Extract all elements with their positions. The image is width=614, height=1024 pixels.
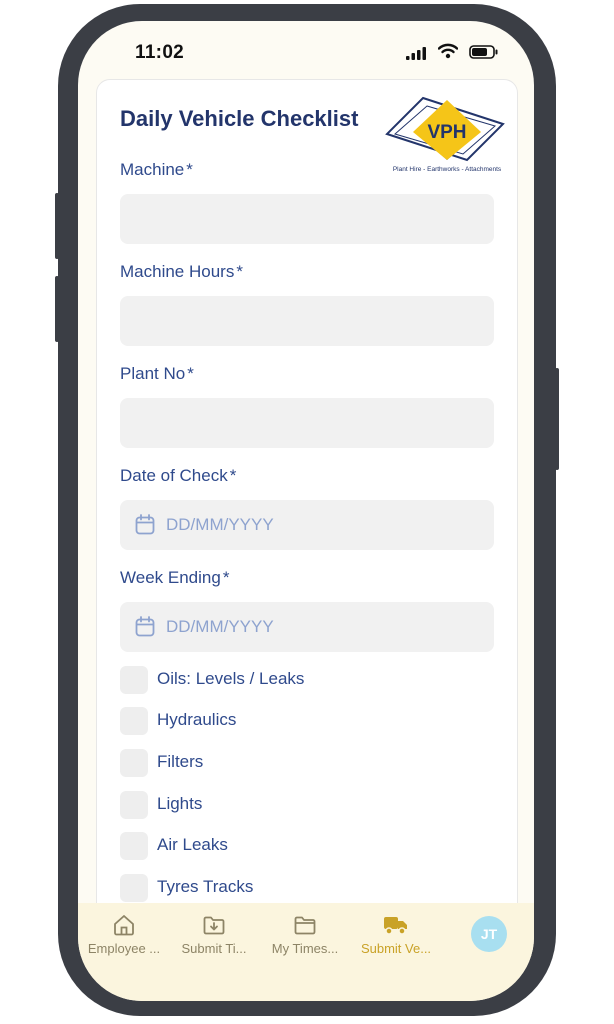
nav-submit-timesheet[interactable]: Submit Ti... [170, 913, 258, 956]
nav-label: My Times... [271, 941, 339, 956]
nav-my-timesheets[interactable]: My Times... [261, 913, 349, 956]
form-title: Daily Vehicle Checklist [120, 106, 359, 131]
nav-label: Submit Ti... [181, 941, 247, 956]
checkbox[interactable] [120, 832, 148, 860]
machine-hours-input[interactable] [120, 296, 494, 346]
check-label: Filters [157, 752, 204, 771]
wifi-icon [438, 43, 458, 59]
checkbox[interactable] [120, 791, 148, 819]
status-time: 11:02 [135, 42, 185, 63]
home-icon [114, 915, 134, 936]
date-of-check-input[interactable]: DD/MM/YYYY [120, 500, 494, 550]
date-of-check-placeholder: DD/MM/YYYY [166, 515, 274, 534]
company-logo: VPH Plant Hire - Earthworks - Attachment… [385, 96, 509, 178]
checkbox[interactable] [120, 707, 148, 735]
bottom-nav: Employee ... Submit Ti... My Times... Su… [78, 903, 534, 1001]
nav-employee[interactable]: Employee ... [80, 913, 168, 956]
check-label: Lights [157, 794, 203, 813]
signal-icon [406, 47, 426, 60]
nav-label: Submit Ve... [360, 941, 432, 956]
plant-no-label: Plant No * [120, 364, 194, 383]
screen: 11:02 Daily Vehicle Checklist VPH Plant … [78, 21, 534, 1001]
volume-button [55, 276, 59, 342]
calendar-icon [135, 616, 155, 637]
week-ending-placeholder: DD/MM/YYYY [166, 617, 274, 636]
truck-icon [384, 917, 407, 935]
check-label: Tyres Tracks [157, 877, 254, 896]
date-of-check-label: Date of Check * [120, 466, 237, 485]
mute-switch [55, 193, 59, 259]
machine-hours-label: Machine Hours * [120, 262, 243, 281]
checklist-form: Daily Vehicle Checklist VPH Plant Hire -… [96, 79, 518, 951]
checkbox[interactable] [120, 874, 148, 902]
machine-label: Machine * [120, 160, 193, 179]
calendar-icon [135, 514, 155, 535]
folder-icon [294, 916, 316, 935]
week-ending-label: Week Ending * [120, 568, 230, 587]
folder-download-icon [203, 916, 225, 935]
avatar[interactable]: JT [471, 916, 507, 952]
status-bar: 11:02 [78, 21, 534, 81]
checkbox[interactable] [120, 666, 148, 694]
check-label: Oils: Levels / Leaks [157, 669, 305, 688]
logo-tagline: Plant Hire - Earthworks - Attachments [392, 166, 502, 173]
nav-label: Employee ... [87, 941, 161, 956]
week-ending-input[interactable]: DD/MM/YYYY [120, 602, 494, 652]
machine-input[interactable] [120, 194, 494, 244]
plant-no-input[interactable] [120, 398, 494, 448]
nav-submit-vehicle[interactable]: Submit Ve... [352, 913, 440, 956]
checkbox[interactable] [120, 749, 148, 777]
check-label: Hydraulics [157, 710, 237, 729]
logo-text: VPH [427, 122, 466, 143]
battery-icon [469, 45, 498, 59]
power-button [555, 368, 559, 470]
check-label: Air Leaks [157, 835, 228, 854]
